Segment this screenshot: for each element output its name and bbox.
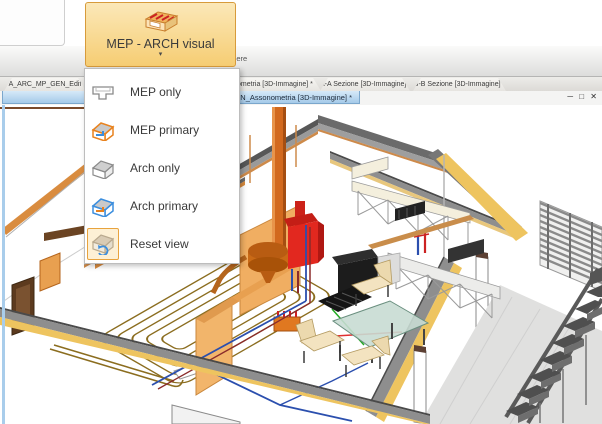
menu-item-reset-view[interactable]: Reset view	[85, 225, 239, 263]
reset-view-icon	[90, 233, 116, 255]
menu-item-mep-primary[interactable]: MEP primary	[85, 111, 239, 149]
toolbar-panel	[0, 0, 65, 46]
close-button[interactable]: ✕	[590, 92, 599, 101]
mep-arch-visual-button[interactable]: MEP - ARCH visual ▾	[85, 2, 236, 67]
maximize-button[interactable]: □	[579, 92, 586, 101]
menu-item-mep-only[interactable]: MEP only	[85, 73, 239, 111]
mep-button-label: MEP - ARCH visual	[86, 37, 235, 51]
minimize-button[interactable]: ─	[567, 92, 575, 101]
tab-plan[interactable]: A_ARC_MP_GEN_Edif	[4, 78, 86, 91]
menu-item-arch-only[interactable]: Arch only	[85, 149, 239, 187]
mep-visual-dropdown-menu: MEP only MEP primary Arch	[84, 68, 240, 264]
arch-only-icon	[90, 157, 116, 179]
tab-section-aa[interactable]: A-A Sezione [3D-Immagine] *	[320, 78, 410, 91]
menu-item-arch-primary[interactable]: Arch primary	[85, 187, 239, 225]
mep-duct-3d-icon	[141, 8, 181, 34]
arch-primary-icon	[90, 195, 116, 217]
left-gable-wall	[2, 163, 90, 335]
tab-axonometry-partial[interactable]: ometria [3D-Immagine] *	[233, 78, 321, 91]
active-window-left-border	[2, 105, 5, 424]
mep-only-icon	[90, 81, 116, 103]
window-controls: ─ □ ✕	[567, 92, 599, 101]
mep-primary-icon	[90, 119, 116, 141]
application-window: ▾ liere A_ARC_MP_GEN_Edif ometria [3D-Im…	[0, 0, 602, 424]
tab-section-bb[interactable]: B-B Sezione [3D-Immagine] *	[413, 78, 506, 91]
dropdown-caret-icon: ▾	[86, 51, 235, 59]
